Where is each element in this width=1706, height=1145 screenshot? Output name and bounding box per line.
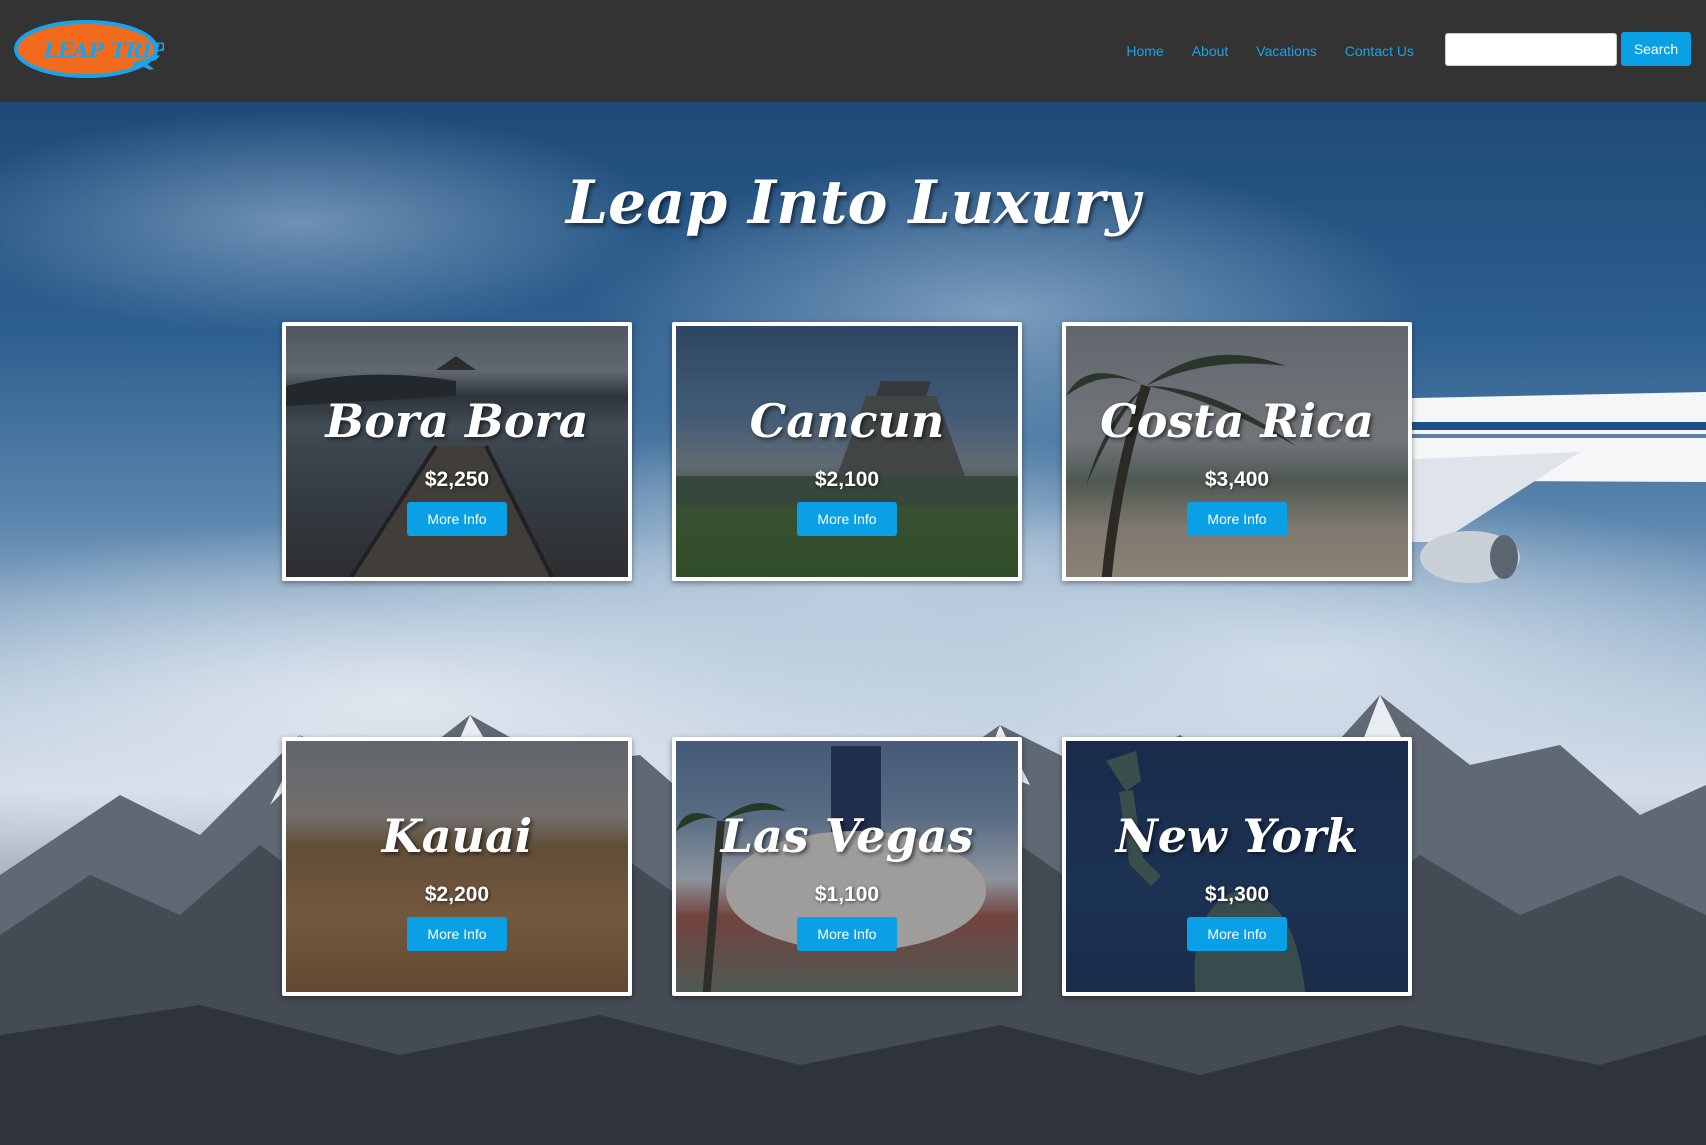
main-nav: Home About Vacations Contact Us bbox=[1112, 0, 1428, 102]
card-destination-name: Costa Rica bbox=[1100, 394, 1374, 448]
svg-text:LEAP TRIP: LEAP TRIP bbox=[43, 38, 164, 62]
card-price: $2,250 bbox=[424, 468, 490, 491]
card-overlay bbox=[286, 326, 628, 577]
vacation-card-las-vegas[interactable]: Las Vegas $1,100 More Info bbox=[672, 737, 1022, 996]
card-destination-name: Cancun bbox=[749, 394, 945, 448]
card-destination-name: Kauai bbox=[381, 809, 533, 863]
search-button[interactable]: Search bbox=[1621, 32, 1691, 66]
vacation-card-costa-rica[interactable]: Costa Rica $3,400 More Info bbox=[1062, 322, 1412, 581]
top-navbar: LEAP TRIP Home About Vacations Contact U… bbox=[0, 0, 1706, 102]
card-price: $1,300 bbox=[1204, 883, 1270, 906]
leap-trip-logo[interactable]: LEAP TRIP bbox=[14, 19, 164, 81]
card-overlay bbox=[286, 741, 628, 992]
more-info-button[interactable]: More Info bbox=[1187, 502, 1287, 536]
more-info-button[interactable]: More Info bbox=[797, 502, 897, 536]
more-info-button[interactable]: More Info bbox=[1187, 917, 1287, 951]
nav-home-link[interactable]: Home bbox=[1112, 43, 1177, 59]
card-overlay bbox=[676, 741, 1018, 992]
search-input[interactable] bbox=[1445, 33, 1617, 66]
vacation-card-new-york[interactable]: New York $1,300 More Info bbox=[1062, 737, 1412, 996]
vacation-card-cancun[interactable]: Cancun $2,100 More Info bbox=[672, 322, 1022, 581]
nav-contact-us-link[interactable]: Contact Us bbox=[1331, 43, 1428, 59]
card-destination-name: New York bbox=[1115, 809, 1359, 863]
card-destination-name: Las Vegas bbox=[720, 809, 974, 863]
card-overlay bbox=[676, 326, 1018, 577]
card-price: $3,400 bbox=[1204, 468, 1270, 491]
vacation-card-bora-bora[interactable]: Bora Bora $2,250 More Info bbox=[282, 322, 632, 581]
card-price: $2,200 bbox=[424, 883, 490, 906]
more-info-button[interactable]: More Info bbox=[407, 917, 507, 951]
vacation-card-kauai[interactable]: Kauai $2,200 More Info bbox=[282, 737, 632, 996]
nav-vacations-link[interactable]: Vacations bbox=[1242, 43, 1330, 59]
card-destination-name: Bora Bora bbox=[325, 394, 589, 448]
card-overlay bbox=[1066, 326, 1408, 577]
card-overlay bbox=[1066, 741, 1408, 992]
card-price: $2,100 bbox=[814, 468, 880, 491]
hero-title: Leap Into Luxury bbox=[565, 168, 1141, 238]
more-info-button[interactable]: More Info bbox=[407, 502, 507, 536]
nav-about-link[interactable]: About bbox=[1178, 43, 1243, 59]
card-price: $1,100 bbox=[814, 883, 880, 906]
more-info-button[interactable]: More Info bbox=[797, 917, 897, 951]
